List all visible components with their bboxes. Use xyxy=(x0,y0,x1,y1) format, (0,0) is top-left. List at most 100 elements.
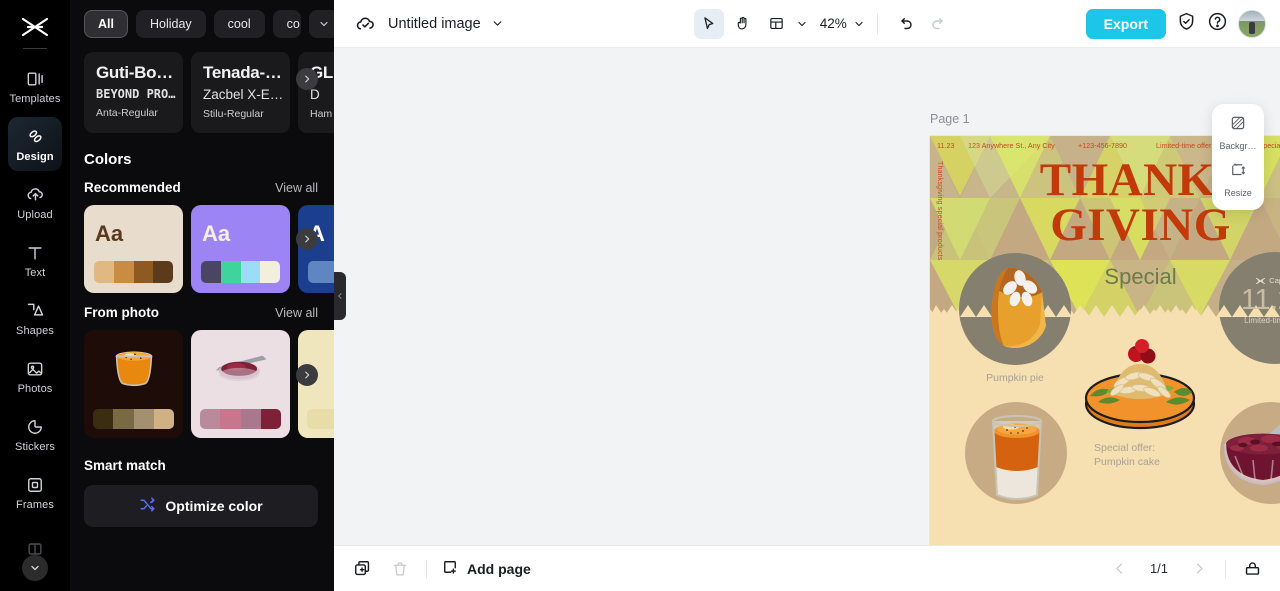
poster-header-address: 123 Anywhere St., Any City xyxy=(968,141,1055,150)
stickers-icon xyxy=(24,416,46,438)
toolbar-divider xyxy=(876,13,878,34)
sidebar-item-photos[interactable]: Photos xyxy=(8,349,62,403)
photo-palette-swatches xyxy=(200,409,281,429)
add-page-icon xyxy=(441,558,459,579)
from-photo-view-all[interactable]: View all xyxy=(275,306,318,320)
font-card[interactable]: GL D Ham xyxy=(298,52,334,133)
chip-all[interactable]: All xyxy=(84,10,128,38)
sidebar-item-label: Text xyxy=(24,266,46,279)
chevron-down-icon[interactable] xyxy=(491,17,504,30)
design-icon xyxy=(24,126,46,148)
sidebar-item-design[interactable]: Design xyxy=(8,117,62,171)
add-page-button[interactable]: Add page xyxy=(441,558,531,579)
shield-check-icon[interactable] xyxy=(1176,11,1197,37)
notes-icon[interactable] xyxy=(1240,557,1264,581)
sidebar-item-label: Frames xyxy=(16,498,54,511)
zoom-chevron-down-icon[interactable] xyxy=(853,18,865,30)
panel-collapse-handle[interactable] xyxy=(334,272,346,320)
pumpkin-pie-label: Pumpkin pie xyxy=(986,372,1044,384)
trash-icon[interactable] xyxy=(388,557,412,581)
sidebar-more-button[interactable] xyxy=(22,555,48,581)
filter-chip-row: All Holiday cool concise xyxy=(70,0,334,38)
capcut-badge: CapCut 11.23 Limited-time offer xyxy=(1219,276,1280,325)
capcut-logo-icon[interactable] xyxy=(15,12,55,42)
photo-palette-swatches xyxy=(307,409,334,429)
optimize-color-button[interactable]: Optimize color xyxy=(84,485,318,527)
bottom-divider xyxy=(426,559,427,578)
palette-card[interactable]: Aa xyxy=(84,205,183,293)
recommended-palette-row: Aa Aa A xyxy=(70,195,334,293)
special-offer-line2: Pumpkin cake xyxy=(1094,456,1160,469)
bottom-right-group: 1/1 xyxy=(1107,557,1264,581)
chip-concise[interactable]: concise xyxy=(272,10,301,38)
sidebar-item-frames[interactable]: Frames xyxy=(8,465,62,519)
special-offer-label: Special offer: Pumpkin cake xyxy=(1094,441,1160,469)
templates-icon xyxy=(24,68,46,90)
special-offer-line1: Special offer: xyxy=(1094,442,1156,454)
text-icon xyxy=(24,242,46,264)
pumpkin-cake-photo xyxy=(1084,332,1196,439)
sidebar-item-label: Stickers xyxy=(15,440,55,453)
frames-icon xyxy=(24,474,46,496)
font-card-line1: Tenada-… xyxy=(203,63,282,82)
zoom-level[interactable]: 42% xyxy=(812,16,849,31)
app-root: Templates Design Upload Text Shapes Phot… xyxy=(0,0,1280,591)
prev-page-button[interactable] xyxy=(1107,557,1131,581)
upload-cloud-icon xyxy=(24,184,46,206)
sidebar-item-templates[interactable]: Templates xyxy=(8,59,62,113)
toolbar-right-group: Export xyxy=(1085,8,1266,39)
undo-icon[interactable] xyxy=(890,9,920,39)
sidebar-item-label: Templates xyxy=(9,92,61,105)
export-button[interactable]: Export xyxy=(1085,8,1166,39)
left-rail: Templates Design Upload Text Shapes Phot… xyxy=(0,0,70,591)
photo-palette-card[interactable] xyxy=(191,330,290,438)
font-card[interactable]: Guti-Bo… BEYOND PRO… Anta-Regular xyxy=(84,52,183,133)
design-panel: All Holiday cool concise Guti-Bo… BEYOND… xyxy=(70,0,334,591)
canvas-area[interactable]: Page 1 11.23 123 Anywhere St., Any City … xyxy=(334,48,1280,545)
font-card[interactable]: Tenada-… Zacbel X-E… Stilu-Regular xyxy=(191,52,290,133)
pumpkin-pie-photo xyxy=(980,264,1056,361)
palette-aa-label: Aa xyxy=(202,221,231,246)
duplicate-icon[interactable] xyxy=(350,557,374,581)
palette-aa-label: Aa xyxy=(95,221,124,246)
sidebar-item-text[interactable]: Text xyxy=(8,233,62,287)
recommended-carousel-next-button[interactable] xyxy=(296,228,318,250)
from-photo-palette-row xyxy=(70,320,334,438)
layout-icon[interactable] xyxy=(762,9,792,39)
resize-button[interactable]: Resize xyxy=(1212,161,1264,198)
next-page-button[interactable] xyxy=(1187,557,1211,581)
from-photo-title: From photo xyxy=(84,305,159,320)
font-carousel-next-button[interactable] xyxy=(296,68,318,90)
help-circle-icon[interactable] xyxy=(1207,11,1228,37)
from-photo-carousel-next-button[interactable] xyxy=(296,364,318,386)
resize-label: Resize xyxy=(1224,188,1252,198)
chip-expand-button[interactable] xyxy=(308,10,334,38)
palette-card[interactable]: Aa xyxy=(191,205,290,293)
chip-cool[interactable]: cool xyxy=(213,10,265,38)
cranberry-sauce-photo xyxy=(1209,398,1280,507)
cranberry-sauce-photo xyxy=(191,330,290,402)
pumpkin-pudding-photo xyxy=(987,411,1047,508)
redo-icon[interactable] xyxy=(924,9,954,39)
page-indicator: 1/1 xyxy=(1149,561,1169,576)
avatar[interactable] xyxy=(1238,9,1266,38)
sidebar-item-shapes[interactable]: Shapes xyxy=(8,291,62,345)
cursor-arrow-icon[interactable] xyxy=(693,8,724,39)
document-title[interactable]: Untitled image xyxy=(388,16,481,32)
font-card-line3: Stilu-Regular xyxy=(203,108,264,120)
capcut-badge-offer: Limited-time offer xyxy=(1244,316,1280,326)
font-card-line1: Guti-Bo… xyxy=(96,63,173,82)
background-button[interactable]: Backgr… xyxy=(1212,114,1264,151)
chip-holiday[interactable]: Holiday xyxy=(135,10,206,38)
bottom-divider-2 xyxy=(1225,559,1226,578)
recommended-view-all[interactable]: View all xyxy=(275,181,318,195)
floating-tools-card: Backgr… Resize xyxy=(1212,104,1264,210)
photos-icon xyxy=(24,358,46,380)
sidebar-item-upload[interactable]: Upload xyxy=(8,175,62,229)
hand-icon[interactable] xyxy=(728,9,758,39)
rail-divider xyxy=(23,48,47,49)
sidebar-item-stickers[interactable]: Stickers xyxy=(8,407,62,461)
photo-palette-card[interactable] xyxy=(84,330,183,438)
layout-chevron-down-icon[interactable] xyxy=(796,18,808,30)
palette-swatches xyxy=(201,261,280,283)
